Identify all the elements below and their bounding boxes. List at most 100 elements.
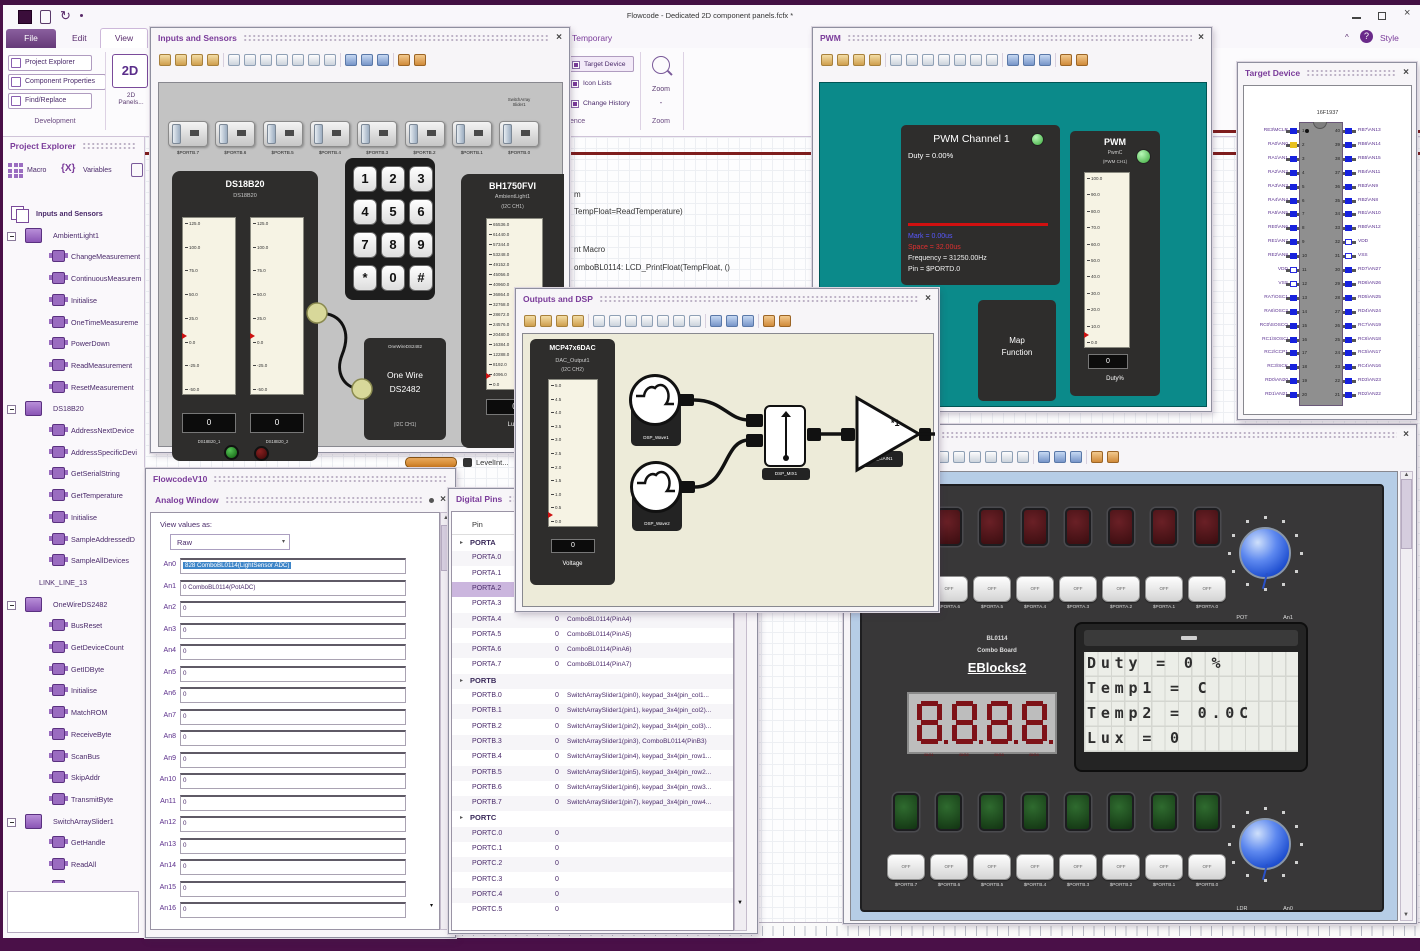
- digital-row[interactable]: PORTC.0 0: [452, 826, 733, 842]
- toolbar-icon[interactable]: [324, 54, 336, 66]
- macro-icon[interactable]: [8, 163, 24, 179]
- analog-value-field[interactable]: 0: [180, 622, 406, 639]
- toolbar-icon[interactable]: [837, 54, 849, 66]
- explorer-extra-icon[interactable]: [131, 163, 143, 177]
- digital-row[interactable]: PORTC.1 0: [452, 842, 733, 857]
- dsp-titlebar[interactable]: Outputs and DSP ×: [516, 289, 938, 309]
- port-toggle-button[interactable]: OFF: [1016, 576, 1054, 602]
- toolbar-icon[interactable]: [1023, 54, 1035, 66]
- analog-value-field[interactable]: 0: [180, 816, 406, 832]
- pin-pad[interactable]: [1345, 211, 1352, 218]
- group-arrow-icon[interactable]: ▸: [460, 814, 463, 821]
- eblocks-scroll-thumb[interactable]: [1401, 479, 1412, 549]
- toolbar-icon[interactable]: [1070, 451, 1082, 463]
- toolbar-icon[interactable]: [377, 54, 389, 66]
- toolbar-icon[interactable]: [625, 315, 637, 327]
- pin-pad[interactable]: [1290, 308, 1297, 315]
- tree-item[interactable]: DS18B20: [3, 400, 145, 418]
- target-close-icon[interactable]: ×: [1403, 68, 1409, 78]
- pin-pad[interactable]: [1345, 350, 1352, 357]
- digital-row[interactable]: PORTC.3 0: [452, 873, 733, 888]
- style-button[interactable]: Style: [1380, 33, 1399, 43]
- toolbar-icon[interactable]: [938, 54, 950, 66]
- tab-edit[interactable]: Edit: [72, 33, 87, 43]
- analog-close-icon[interactable]: ×: [440, 495, 446, 505]
- target-titlebar[interactable]: Target Device ×: [1238, 63, 1416, 83]
- tree-item[interactable]: Initialise: [3, 509, 145, 527]
- tree-item[interactable]: OneTimeMeasureme: [3, 314, 145, 332]
- analog-value-field[interactable]: 0: [180, 708, 406, 725]
- toolbar-icon[interactable]: [821, 54, 833, 66]
- view-check-icon-lists[interactable]: Icon Lists: [568, 76, 634, 92]
- tree-item[interactable]: GetTemperature: [3, 487, 145, 505]
- analog-value-field[interactable]: 0: [180, 665, 406, 682]
- tree-item[interactable]: OneWireDS2482: [3, 596, 145, 614]
- tree-item[interactable]: Inputs and Sensors: [3, 205, 145, 223]
- toolbar-icon[interactable]: [191, 54, 203, 66]
- tree-item[interactable]: SampleAllDevices: [3, 552, 145, 570]
- toolbar-icon[interactable]: [244, 54, 256, 66]
- port-toggle-button[interactable]: OFF: [1188, 576, 1226, 602]
- analog-value-field[interactable]: 0: [180, 837, 406, 854]
- toolbar-icon[interactable]: [906, 54, 918, 66]
- pin-pad[interactable]: [1290, 253, 1297, 260]
- tree-item[interactable]: GetHandle: [3, 834, 145, 852]
- toolbar-icon[interactable]: [641, 315, 653, 327]
- toolbar-icon[interactable]: [207, 54, 219, 66]
- pin-pad[interactable]: [1345, 225, 1352, 232]
- pin-pad[interactable]: [1345, 183, 1352, 190]
- pin-pad[interactable]: [1290, 294, 1297, 301]
- tree-item[interactable]: BusReset: [3, 617, 145, 635]
- toolbar-icon[interactable]: [361, 54, 373, 66]
- pin-pad[interactable]: [1290, 141, 1297, 148]
- ribbon-button-find-replace[interactable]: Find/Replace: [8, 93, 92, 109]
- ribbon-button-component-properties[interactable]: Component Properties: [8, 74, 106, 90]
- tree-item[interactable]: ScanBus: [3, 748, 145, 766]
- toolbar-icon[interactable]: [260, 54, 272, 66]
- tree-item[interactable]: AddressNextDevice: [3, 422, 145, 440]
- toolbar-icon[interactable]: [414, 54, 426, 66]
- toolbar-icon[interactable]: [986, 54, 998, 66]
- toolbar-icon[interactable]: [1039, 54, 1051, 66]
- digital-row[interactable]: PORTB.6 0 SwitchArraySlider1(pin6), keypad…: [452, 781, 733, 796]
- pin-pad[interactable]: [1345, 392, 1352, 399]
- tree-item[interactable]: ContinuousMeasurem: [3, 270, 145, 288]
- tree-expand-icon[interactable]: [7, 405, 16, 415]
- pin-pad[interactable]: [1290, 211, 1297, 218]
- view-check-change-history[interactable]: Change History: [568, 96, 634, 112]
- toolbar-icon[interactable]: [1001, 451, 1013, 463]
- pin-pad[interactable]: [1345, 253, 1352, 260]
- 2d-panels-button[interactable]: 2D: [112, 54, 148, 88]
- toolbar-icon[interactable]: [742, 315, 754, 327]
- pin-pad[interactable]: [1345, 267, 1352, 273]
- tree-item[interactable]: LINK_LINE_13: [3, 574, 145, 592]
- analog-minimize-icon[interactable]: [429, 497, 435, 503]
- toolbar-icon[interactable]: [540, 315, 552, 327]
- zoom-button-label[interactable]: Zoom: [652, 86, 670, 93]
- analog-value-field[interactable]: 0: [180, 730, 406, 746]
- tree-item[interactable]: MatchROM: [3, 704, 145, 722]
- toolbar-icon[interactable]: [954, 54, 966, 66]
- pin-pad[interactable]: [1345, 308, 1352, 315]
- pin-pad[interactable]: [1290, 225, 1297, 232]
- toolbar-icon[interactable]: [572, 315, 584, 327]
- pin-pad[interactable]: [1290, 392, 1297, 399]
- pin-pad[interactable]: [1290, 336, 1297, 343]
- toolbar-icon[interactable]: [1054, 451, 1066, 463]
- pin-pad[interactable]: [1345, 197, 1352, 204]
- dsp-canvas[interactable]: MCP47x6DAC DAC_Output1 (I2C CH2) 5.0 4.5 4…: [522, 333, 935, 607]
- pwm-close-icon[interactable]: ×: [1198, 33, 1204, 43]
- toolbar-icon[interactable]: [710, 315, 722, 327]
- digital-row[interactable]: PORTA.4 0 ComboBL0114(PinA4): [452, 612, 733, 628]
- toolbar-icon[interactable]: [890, 54, 902, 66]
- toolbar-icon[interactable]: [398, 54, 410, 66]
- view-check-target-device[interactable]: Target Device: [568, 56, 634, 72]
- pin-pad[interactable]: [1345, 155, 1352, 162]
- tree-item[interactable]: Initialise: [3, 682, 145, 700]
- help-icon[interactable]: ?: [1360, 30, 1373, 43]
- analog-value-field[interactable]: 0: [180, 880, 406, 897]
- tree-item[interactable]: PowerDown: [3, 335, 145, 353]
- digital-row[interactable]: PORTB.1 0 SwitchArraySlider1(pin1), keypad…: [452, 704, 733, 720]
- tree-item[interactable]: ChangeMeasurement: [3, 248, 145, 266]
- toolbar-icon[interactable]: [970, 54, 982, 66]
